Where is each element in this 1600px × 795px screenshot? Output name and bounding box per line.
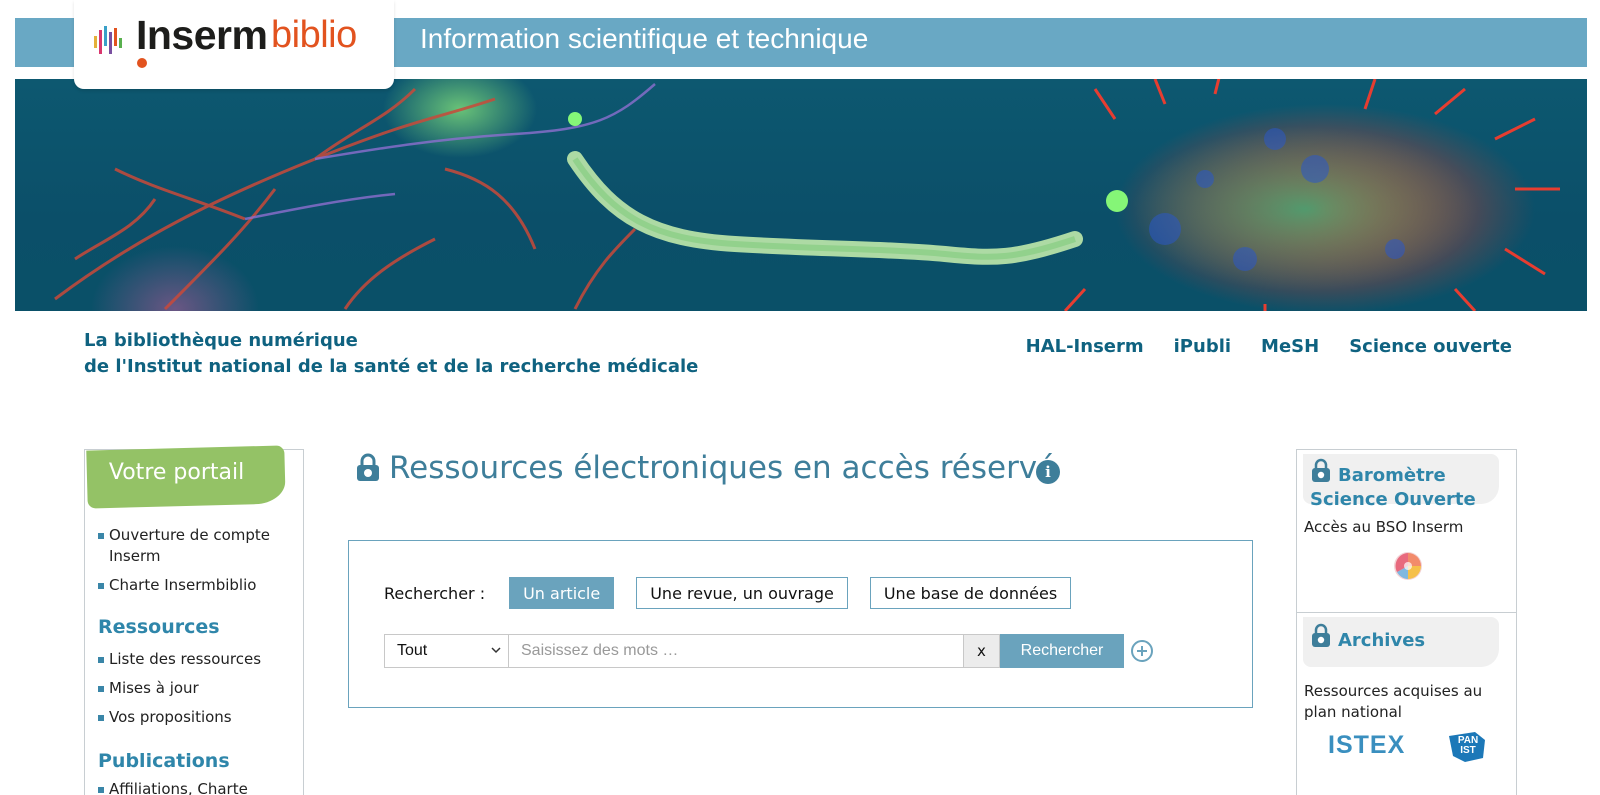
site-logo[interactable]: Inserm biblio (74, 0, 394, 89)
search-scope-value: Tout (397, 642, 428, 659)
logo-dot (137, 58, 147, 68)
search-type-journal-button[interactable]: Une revue, un ouvrage (636, 577, 848, 609)
search-type-label: Rechercher : (384, 583, 486, 603)
resources-heading: Ressources (98, 616, 220, 638)
istex-logo-text: ISTEX (1328, 731, 1406, 759)
istex-logo[interactable]: ISTEX (1328, 731, 1413, 771)
info-icon[interactable]: i (1036, 460, 1060, 484)
lock-icon (1312, 458, 1330, 482)
logo-text-inserm: Inserm (136, 12, 268, 58)
banner-image (15, 79, 1587, 311)
sidebar-item-account-opening[interactable]: Ouverture de compte Inserm (97, 525, 297, 567)
search-input-row: Tout Saisissez des mots … x Rechercher (384, 634, 1154, 668)
logo-text-biblio: biblio (271, 14, 357, 56)
portal-links: Ouverture de compte Inserm Charte Inserm… (97, 525, 297, 604)
page-title: Ressources électroniques en accès réserv… (355, 450, 1056, 486)
bso-card-title[interactable]: Baromètre Science Ouverte (1310, 458, 1510, 512)
bso-card-title-text: Baromètre Science Ouverte (1310, 465, 1476, 510)
archives-card-title-text: Archives (1338, 630, 1426, 651)
search-type-database-button[interactable]: Une base de données (869, 577, 1072, 609)
tagline-line-1: La bibliothèque numérique (84, 330, 358, 351)
portal-heading-tab: Votre portail (86, 445, 286, 509)
tagline-line-2: de l'Institut national de la santé et de… (84, 356, 699, 377)
nav-link-mesh[interactable]: MeSH (1261, 336, 1319, 357)
lock-icon (1312, 623, 1330, 647)
nav-link-hal-inserm[interactable]: HAL-Inserm (1026, 336, 1144, 357)
search-scope-select[interactable]: Tout (384, 634, 509, 668)
top-navigation: HAL-Inserm iPubli MeSH Science ouverte (1026, 336, 1512, 357)
bso-card: Baromètre Science Ouverte Accès au BSO I… (1296, 449, 1517, 613)
lock-icon (357, 453, 379, 481)
left-sidebar: Votre portail Ouverture de compte Inserm… (84, 445, 304, 795)
bso-card-text: Accès au BSO Inserm (1304, 518, 1464, 536)
search-submit-button[interactable]: Rechercher (1000, 634, 1124, 668)
resources-links: Liste des ressources Mises à jour Vos pr… (97, 649, 297, 736)
panist-logo-text: PAN IST (1457, 735, 1479, 756)
publications-links: Affiliations, Charte (97, 779, 297, 795)
sidebar-item-proposals[interactable]: Vos propositions (97, 707, 297, 728)
publications-heading: Publications (98, 750, 230, 772)
search-type-row: Rechercher : Un article Une revue, un ou… (384, 577, 1093, 609)
search-input[interactable]: Saisissez des mots … (509, 634, 964, 668)
bso-chart-icon[interactable] (1392, 550, 1424, 582)
page-title-text: Ressources électroniques en accès réserv… (389, 450, 1057, 486)
nav-link-ipubli[interactable]: iPubli (1174, 336, 1231, 357)
sidebar-item-affiliations[interactable]: Affiliations, Charte (97, 779, 297, 795)
sidebar-item-charter[interactable]: Charte Insermbiblio (97, 575, 297, 596)
portal-heading-label: Votre portail (108, 460, 245, 486)
header-title: Information scientifique et technique (420, 23, 869, 54)
chevron-down-icon (491, 647, 501, 654)
clear-search-button[interactable]: x (964, 634, 1000, 668)
archives-card-text: Ressources acquises au plan national (1304, 682, 1483, 721)
sidebar-item-updates[interactable]: Mises à jour (97, 678, 297, 699)
search-panel: Rechercher : Un article Une revue, un ou… (348, 540, 1253, 708)
logo-bars-icon (94, 26, 122, 54)
search-type-article-button[interactable]: Un article (509, 577, 615, 609)
add-criteria-icon[interactable] (1130, 639, 1154, 663)
sidebar-item-resource-list[interactable]: Liste des ressources (97, 649, 297, 670)
site-tagline: La bibliothèque numérique de l'Institut … (84, 328, 698, 380)
archives-card: Archives Ressources acquises au plan nat… (1296, 612, 1517, 795)
archives-card-title[interactable]: Archives (1310, 623, 1425, 653)
nav-link-science-ouverte[interactable]: Science ouverte (1349, 336, 1512, 357)
